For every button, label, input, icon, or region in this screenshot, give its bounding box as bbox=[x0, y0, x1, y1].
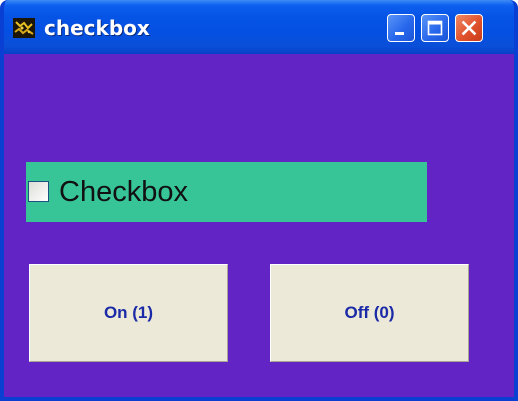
on-button[interactable]: On (1) bbox=[29, 264, 228, 362]
app-window: checkbox Checkbox On (1) Off (0) bbox=[0, 0, 518, 401]
checkbox-input[interactable] bbox=[28, 181, 49, 202]
window-title: checkbox bbox=[44, 16, 150, 40]
app-icon bbox=[13, 18, 35, 38]
minimize-button[interactable] bbox=[387, 14, 415, 42]
checkbox-control[interactable]: Checkbox bbox=[26, 162, 427, 222]
client-area: Checkbox On (1) Off (0) bbox=[4, 54, 514, 397]
title-bar[interactable]: checkbox bbox=[4, 0, 514, 54]
maximize-icon bbox=[427, 20, 443, 36]
close-button[interactable] bbox=[455, 14, 483, 42]
checkbox-label: Checkbox bbox=[59, 176, 188, 208]
close-icon bbox=[461, 20, 477, 36]
minimize-icon bbox=[395, 32, 404, 35]
maximize-button[interactable] bbox=[421, 14, 449, 42]
off-button[interactable]: Off (0) bbox=[270, 264, 469, 362]
